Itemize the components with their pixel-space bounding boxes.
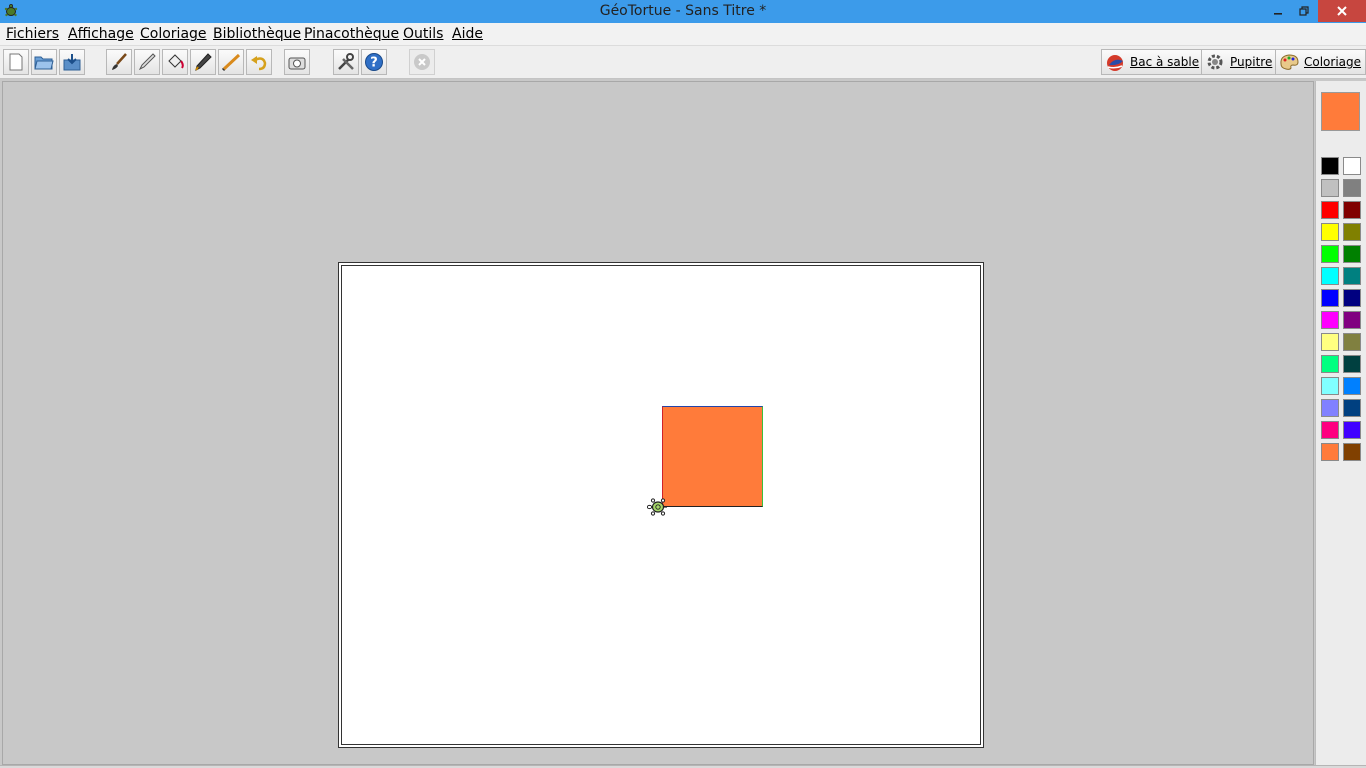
sandbox-mode-button[interactable]: Bac à sable [1101,49,1205,75]
undo-icon [251,56,267,71]
filled-square [662,406,763,507]
color-swatch[interactable] [1321,223,1339,241]
save-file-button[interactable] [59,49,85,75]
color-swatch[interactable] [1321,399,1339,417]
color-swatch[interactable] [1343,399,1361,417]
color-swatch[interactable] [1321,289,1339,307]
color-swatch[interactable] [1321,443,1339,461]
color-swatch[interactable] [1321,311,1339,329]
menu-bibliotheque[interactable]: Bibliothèque [213,26,301,42]
color-swatch[interactable] [1321,267,1339,285]
color-swatch[interactable] [1321,201,1339,219]
open-file-button[interactable] [31,49,57,75]
title-bar: GéoTortue - Sans Titre * [0,0,1366,23]
menu-aide[interactable]: Aide [452,26,483,42]
pencil-icon [221,53,241,72]
save-icon [63,54,81,71]
camera-icon [288,57,306,70]
close-button[interactable] [1318,0,1366,22]
menu-affichage[interactable]: Affichage [68,26,134,42]
color-palette-panel [1315,81,1366,765]
gear-icon [1207,54,1223,70]
brush-icon [112,53,127,70]
window-title: GéoTortue - Sans Titre * [599,3,767,19]
restore-button[interactable] [1290,0,1318,22]
restore-icon [1299,6,1309,16]
color-swatch[interactable] [1321,333,1339,351]
help-icon: ? [365,53,383,71]
color-swatch[interactable] [1343,289,1361,307]
color-swatch[interactable] [1321,157,1339,175]
color-swatch[interactable] [1343,157,1361,175]
fill-tool-button[interactable] [162,49,188,75]
sandbox-mode-label: Bac à sable [1130,55,1200,69]
color-swatch[interactable] [1343,355,1361,373]
color-swatch[interactable] [1321,179,1339,197]
menu-bar: Fichiers Affichage Coloriage Bibliothèqu… [0,23,1366,46]
drawing-canvas[interactable] [341,265,981,745]
tools-button[interactable] [333,49,359,75]
desk-mode-button[interactable]: Pupitre [1201,49,1278,75]
eyedropper-icon [195,53,212,71]
menu-coloriage[interactable]: Coloriage [140,26,207,42]
open-folder-icon [34,56,54,70]
sandbox-icon [1107,55,1123,71]
color-swatch[interactable] [1343,443,1361,461]
menu-fichiers[interactable]: Fichiers [6,26,59,42]
color-swatch[interactable] [1343,311,1361,329]
stop-button[interactable] [409,49,435,75]
color-swatch[interactable] [1321,245,1339,263]
minimize-button[interactable] [1264,0,1292,22]
paint-bucket-icon [168,54,184,69]
new-file-icon [9,53,23,71]
pen-tool-button[interactable] [134,49,160,75]
eyedropper-tool-button[interactable] [190,49,216,75]
svg-text:?: ? [370,56,378,71]
color-swatch[interactable] [1343,377,1361,395]
turtle-cursor-icon[interactable] [647,496,669,518]
tools-icon [338,53,354,70]
menu-pinacotheque[interactable]: Pinacothèque [304,26,399,42]
color-swatch[interactable] [1343,333,1361,351]
color-swatch[interactable] [1343,179,1361,197]
palette-icon [1280,54,1299,70]
current-color-swatch[interactable] [1321,92,1360,131]
pen-icon [138,53,156,71]
color-swatch[interactable] [1321,355,1339,373]
coloring-mode-label: Coloriage [1304,55,1362,69]
close-icon [1337,6,1347,16]
camera-button[interactable] [284,49,310,75]
new-file-button[interactable] [3,49,29,75]
minimize-icon [1274,13,1282,15]
undo-button[interactable] [246,49,272,75]
color-swatch[interactable] [1343,267,1361,285]
app-window: GéoTortue - Sans Titre * Fichiers Affich… [0,0,1366,768]
line-tool-button[interactable] [218,49,244,75]
help-button[interactable]: ? [361,49,387,75]
desk-mode-label: Pupitre [1230,55,1273,69]
menu-outils[interactable]: Outils [403,26,443,42]
canvas-frame [338,262,984,748]
color-swatch[interactable] [1321,421,1339,439]
color-swatch[interactable] [1343,201,1361,219]
toolbar: ? Bac à sable Pupitre Coloriage [0,46,1366,79]
brush-tool-button[interactable] [106,49,132,75]
color-swatch[interactable] [1343,421,1361,439]
color-swatch[interactable] [1343,223,1361,241]
color-swatch[interactable] [1343,245,1361,263]
color-swatch[interactable] [1321,377,1339,395]
stop-icon [414,54,430,70]
coloring-mode-button[interactable]: Coloriage [1275,49,1366,75]
workspace [2,81,1314,765]
